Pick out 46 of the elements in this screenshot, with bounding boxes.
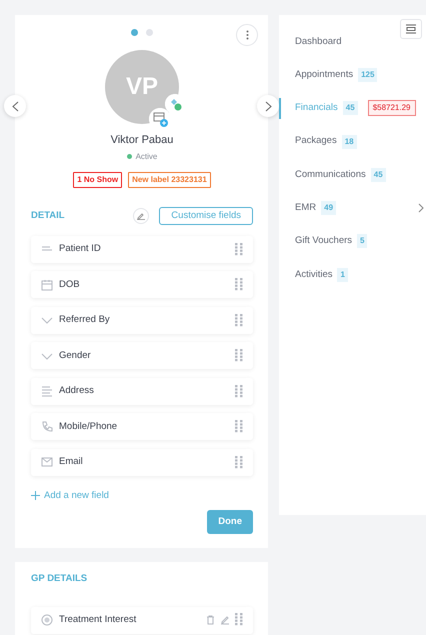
count-badge: 45 [342, 101, 358, 116]
field-label: Address [59, 384, 94, 398]
nav-item[interactable]: Gift Vouchers 5 [279, 224, 426, 258]
nav-item[interactable]: Communications 45 [279, 158, 426, 192]
count-badge: 45 [370, 168, 386, 182]
nav-item[interactable]: Dashboard [279, 25, 426, 58]
form-field-row[interactable]: Gender [31, 342, 253, 370]
count-badge: 1 [337, 268, 348, 282]
nav-label: Packages [295, 134, 337, 148]
section-title: GP DETAILS [31, 572, 88, 586]
nav-label: Dashboard [295, 34, 342, 49]
field-label: Gender [59, 348, 91, 363]
count-badge: 49 [321, 201, 336, 216]
field-label: Patient ID [59, 242, 101, 256]
nav-item[interactable]: Packages 18 [279, 124, 426, 158]
nav-item[interactable]: Financials 45 $58721.29 [279, 92, 426, 125]
nav-item[interactable]: Appointments 125 [279, 58, 426, 92]
nav-label: Financials [295, 101, 338, 116]
form-field-row[interactable]: DOB [31, 271, 253, 298]
nav-item[interactable]: EMR 49 [279, 191, 426, 225]
patient-label: 1 No Show [73, 172, 122, 188]
form-field-row[interactable]: Patient ID [31, 236, 253, 263]
nav-label: Appointments [295, 68, 354, 82]
field-label: DOB [59, 278, 80, 292]
status-text: Active [136, 150, 158, 162]
form-field-row[interactable]: Address [31, 378, 253, 405]
count-badge: 18 [342, 134, 357, 149]
nav-label: Communications [295, 168, 366, 182]
field-label: Mobile/Phone [59, 420, 118, 434]
form-field-row[interactable]: Mobile/Phone [31, 413, 253, 440]
form-field-row[interactable]: Referred By [31, 306, 253, 334]
form-field-row[interactable]: Email [31, 448, 253, 476]
section-title: DETAIL [31, 208, 65, 222]
amount-badge: $58721.29 [368, 100, 416, 116]
patient-label: New label 23323131 [128, 172, 211, 188]
nav-label: Activities [295, 268, 332, 282]
nav-label: Gift Vouchers [295, 234, 352, 248]
form-field-row[interactable]: Treatment Interest [31, 606, 253, 634]
field-label: Referred By [59, 313, 110, 328]
nav-item[interactable]: Activities 1 [279, 258, 426, 292]
field-label: Treatment Interest [59, 612, 136, 627]
patient-name: Viktor Pabau [110, 133, 174, 148]
count-badge: 125 [358, 68, 378, 82]
nav-label: EMR [295, 201, 316, 215]
count-badge: 5 [357, 234, 368, 248]
field-label: Email [59, 455, 83, 470]
